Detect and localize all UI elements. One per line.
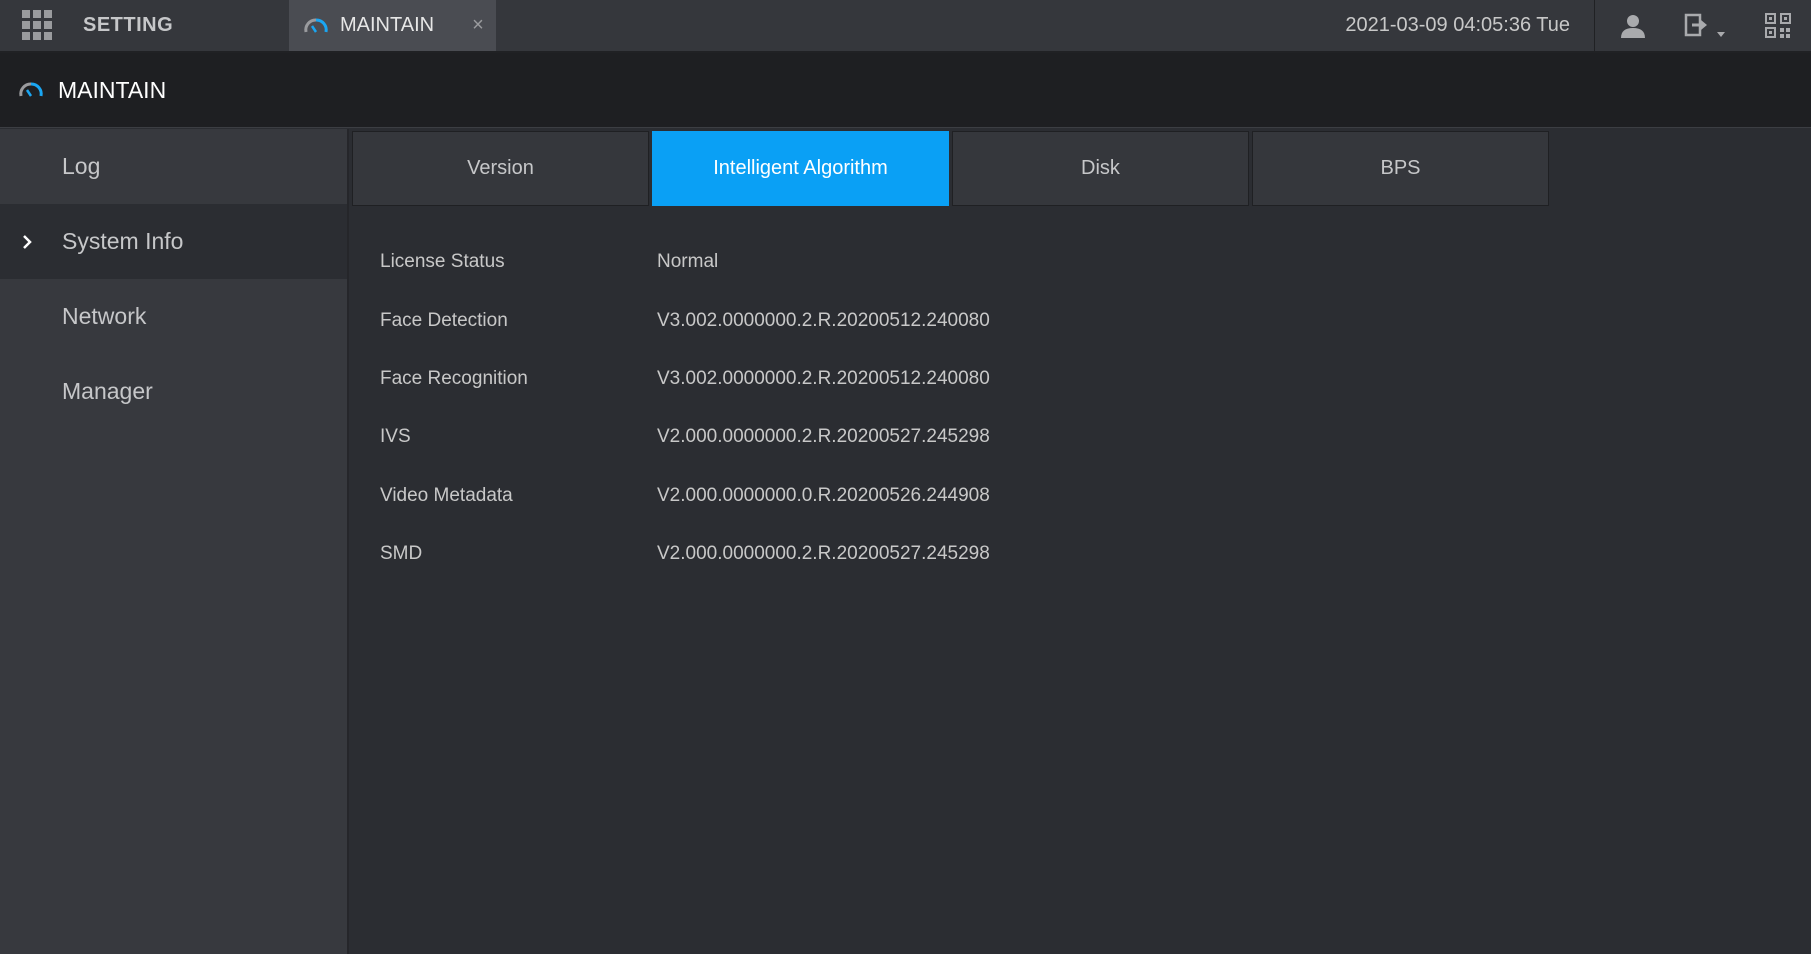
gauge-icon — [19, 82, 43, 97]
logout-icon[interactable] — [1683, 12, 1731, 40]
tab-bar: Version Intelligent Algorithm Disk BPS — [352, 131, 1549, 206]
info-row-face-recognition: Face Recognition V3.002.0000000.2.R.2020… — [380, 350, 990, 408]
info-row-video-metadata: Video Metadata V2.000.0000000.0.R.202005… — [380, 467, 990, 525]
qr-code-icon[interactable] — [1764, 12, 1794, 40]
info-row-license-status: License Status Normal — [380, 233, 990, 291]
top-bar: SETTING MAINTAIN × 2021-03-09 04:05:36 T… — [0, 0, 1811, 53]
chevron-right-icon — [23, 235, 32, 249]
page-title: MAINTAIN — [58, 77, 167, 103]
content-panel: Version Intelligent Algorithm Disk BPS L… — [351, 129, 1811, 954]
info-value: V3.002.0000000.2.R.20200512.240080 — [657, 309, 990, 331]
info-value: V3.002.0000000.2.R.20200512.240080 — [657, 367, 990, 389]
setting-menu-label[interactable]: SETTING — [83, 0, 173, 51]
info-label: SMD — [380, 543, 423, 565]
user-icon[interactable] — [1618, 12, 1648, 40]
sidebar-item-label: Manager — [62, 378, 153, 404]
sidebar-item-label: Network — [62, 303, 147, 329]
info-label: License Status — [380, 251, 505, 273]
info-value: V2.000.0000000.2.R.20200527.245298 — [657, 426, 990, 448]
tab-title: MAINTAIN — [340, 14, 435, 36]
info-row-ivs: IVS V2.000.0000000.2.R.20200527.245298 — [380, 408, 990, 466]
gauge-icon — [304, 18, 328, 33]
page-header: MAINTAIN — [0, 53, 1811, 128]
grid-icon[interactable] — [22, 10, 54, 42]
tab-maintain[interactable]: MAINTAIN × — [289, 0, 496, 51]
info-label: Face Recognition — [380, 367, 528, 389]
sidebar: Log System Info Network Manager — [0, 129, 349, 954]
sidebar-item-system-info[interactable]: System Info — [0, 204, 347, 279]
close-icon[interactable]: × — [468, 15, 488, 35]
tab-version[interactable]: Version — [352, 131, 649, 206]
tab-disk[interactable]: Disk — [952, 131, 1249, 206]
sidebar-item-label: Log — [62, 153, 101, 179]
info-row-face-detection: Face Detection V3.002.0000000.2.R.202005… — [380, 291, 990, 349]
sidebar-item-label: System Info — [62, 228, 184, 254]
info-label: IVS — [380, 426, 411, 448]
sidebar-item-manager[interactable]: Manager — [0, 354, 347, 429]
info-value: V2.000.0000000.2.R.20200527.245298 — [657, 543, 990, 565]
info-row-smd: SMD V2.000.0000000.2.R.20200527.245298 — [380, 525, 990, 583]
algorithm-info-list: License Status Normal Face Detection V3.… — [380, 233, 990, 583]
info-label: Video Metadata — [380, 484, 513, 506]
info-value: V2.000.0000000.0.R.20200526.244908 — [657, 484, 990, 506]
tab-intelligent-algorithm[interactable]: Intelligent Algorithm — [652, 131, 949, 206]
sidebar-item-network[interactable]: Network — [0, 279, 347, 354]
info-value: Normal — [657, 251, 719, 273]
datetime-display: 2021-03-09 04:05:36 Tue — [1345, 14, 1570, 36]
sidebar-item-log[interactable]: Log — [0, 129, 347, 204]
divider — [1594, 0, 1595, 51]
info-label: Face Detection — [380, 309, 508, 331]
tab-bps[interactable]: BPS — [1252, 131, 1549, 206]
